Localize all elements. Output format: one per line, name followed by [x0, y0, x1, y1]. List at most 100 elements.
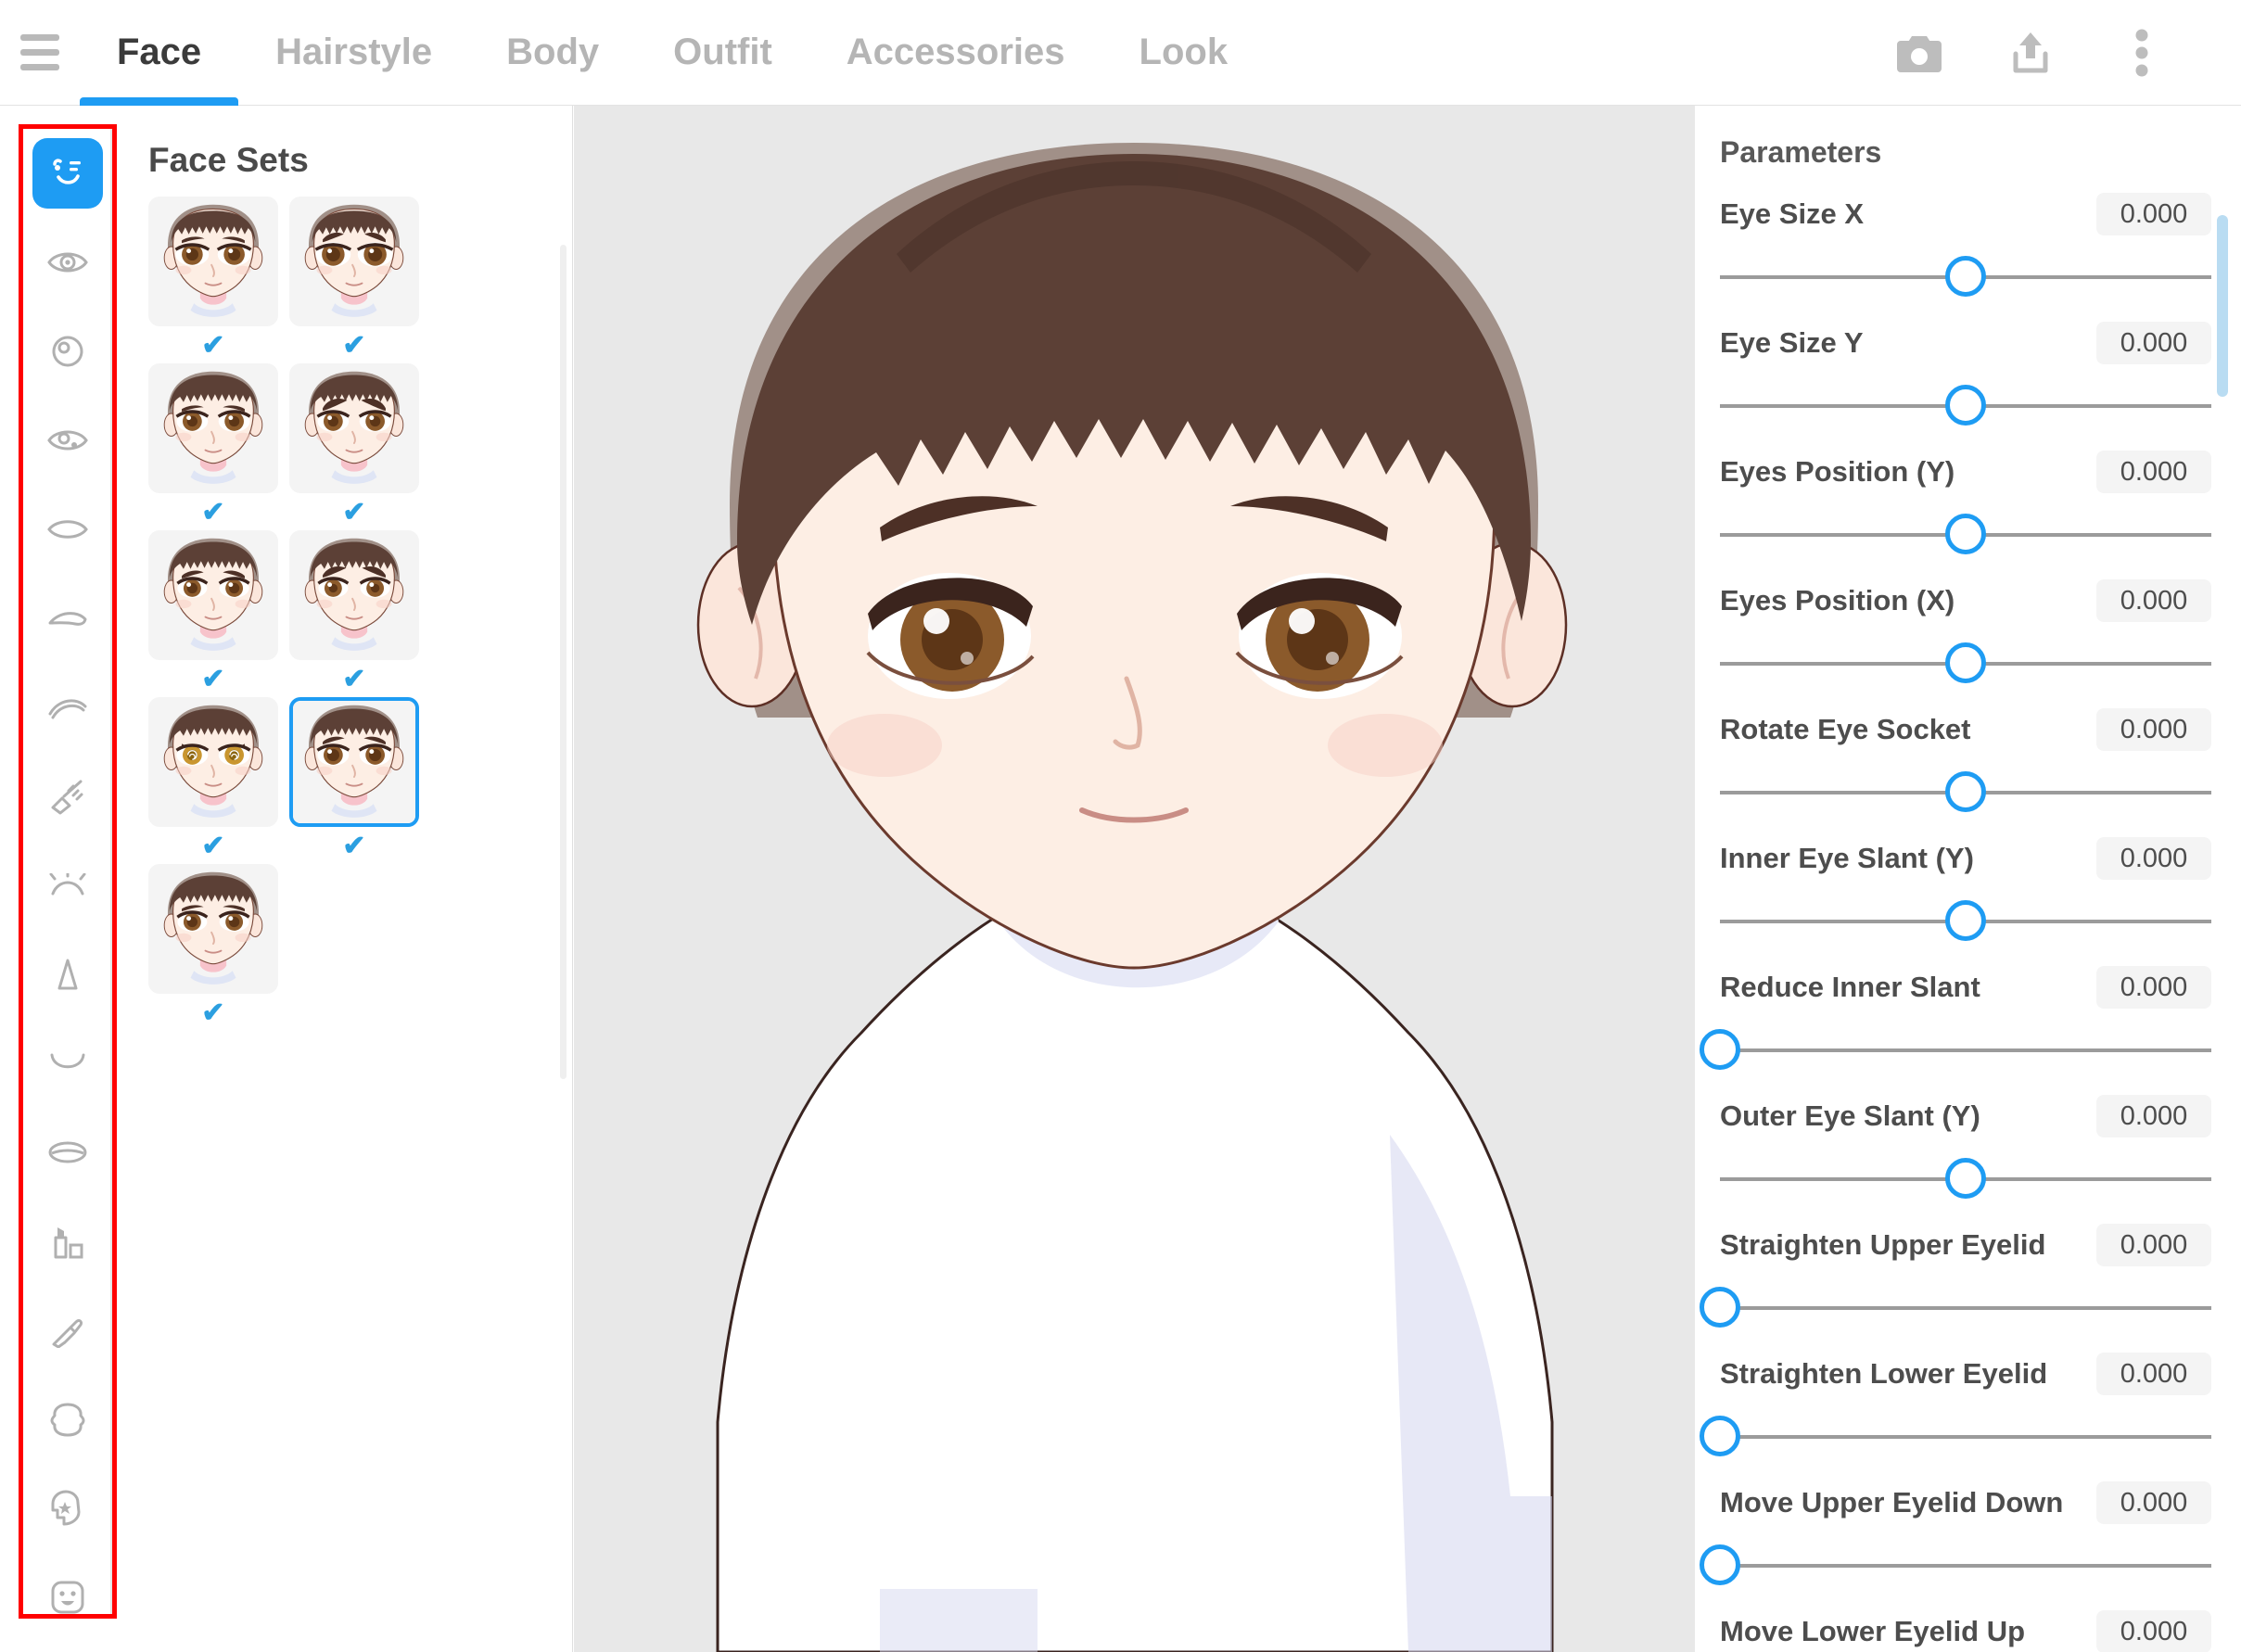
parameter-value[interactable]: 0.000: [2096, 1224, 2211, 1266]
sidebar-item-makeup[interactable]: [23, 1197, 112, 1286]
face-icon: [32, 138, 103, 209]
sidebar-item-eyebrow[interactable]: [23, 663, 112, 752]
tab-hairstyle[interactable]: Hairstyle: [238, 0, 469, 106]
sidebar-item-avatar[interactable]: [23, 1553, 112, 1614]
eyelid-icon: [47, 608, 88, 629]
slider-knob[interactable]: [1945, 771, 1986, 812]
slider-knob[interactable]: [1945, 514, 1986, 554]
parameter-row: Reduce Inner Slant 0.000: [1696, 961, 2241, 1090]
sidebar-item-mouth[interactable]: [23, 1019, 112, 1108]
parameter-slider[interactable]: [1720, 896, 2211, 946]
parameter-slider[interactable]: [1720, 1540, 2211, 1590]
parameter-value[interactable]: 0.000: [2096, 193, 2211, 235]
parameter-value[interactable]: 0.000: [2096, 966, 2211, 1009]
header-actions: [1894, 28, 2241, 78]
parameter-value[interactable]: 0.000: [2096, 579, 2211, 622]
parameter-slider[interactable]: [1720, 1024, 2211, 1074]
sidebar-item-eye-highlight[interactable]: [23, 396, 112, 485]
face-set-thumbnail[interactable]: [148, 697, 278, 827]
face-set-check-icon: ✔: [148, 326, 278, 363]
more-vertical-icon[interactable]: [2117, 28, 2167, 78]
tab-face[interactable]: Face: [80, 0, 238, 106]
face-set-thumbnail[interactable]: [289, 530, 419, 660]
parameter-slider[interactable]: [1720, 1411, 2211, 1461]
sidebar-item-eyeline[interactable]: [23, 841, 112, 930]
parameter-value[interactable]: 0.000: [2096, 322, 2211, 364]
eyelash-icon: [49, 778, 86, 815]
share-icon[interactable]: [2005, 28, 2056, 78]
parameter-value[interactable]: 0.000: [2096, 1481, 2211, 1524]
face-set-cell: ✔: [289, 363, 419, 530]
parameter-label: Reduce Inner Slant: [1720, 971, 1980, 1004]
sidebar-item-eyes[interactable]: [23, 218, 112, 307]
slider-knob[interactable]: [1945, 900, 1986, 941]
avatar-icon: [50, 1580, 85, 1614]
parameter-header: Inner Eye Slant (Y) 0.000: [1696, 832, 2241, 884]
slider-knob[interactable]: [1700, 1029, 1740, 1070]
sidebar-item-head[interactable]: [23, 1464, 112, 1553]
face-set-thumbnail[interactable]: [148, 363, 278, 493]
tab-outfit[interactable]: Outfit: [636, 0, 809, 106]
face-sets-panel: Face Sets ✔: [122, 106, 573, 1652]
parameter-slider[interactable]: [1720, 1282, 2211, 1332]
makeup-icon: [50, 1223, 85, 1260]
parameter-value[interactable]: 0.000: [2096, 1610, 2211, 1652]
eyebrow-icon: [47, 695, 88, 719]
parameter-value[interactable]: 0.000: [2096, 451, 2211, 493]
parameter-slider[interactable]: [1720, 380, 2211, 430]
slider-knob[interactable]: [1945, 385, 1986, 426]
parameter-label: Outer Eye Slant (Y): [1720, 1099, 1980, 1133]
parameter-value[interactable]: 0.000: [2096, 1353, 2211, 1395]
face-sets-scrollbar[interactable]: [560, 245, 567, 1079]
face-set-thumbnail[interactable]: [289, 697, 419, 827]
face-set-thumbnail[interactable]: [289, 197, 419, 326]
sidebar-item-lip-brush[interactable]: [23, 1286, 112, 1375]
slider-track: [1720, 1306, 2211, 1310]
face-set-thumbnail[interactable]: [148, 864, 278, 994]
slider-knob[interactable]: [1945, 1158, 1986, 1199]
parameter-value[interactable]: 0.000: [2096, 837, 2211, 880]
parameter-slider[interactable]: [1720, 767, 2211, 817]
tab-body[interactable]: Body: [469, 0, 636, 106]
parameter-label: Eyes Position (X): [1720, 584, 1955, 617]
sidebar-item-iris[interactable]: [23, 307, 112, 396]
parameter-slider[interactable]: [1720, 251, 2211, 301]
face-set-cell: ✔: [289, 197, 419, 363]
parameters-scrollbar[interactable]: [2217, 215, 2228, 397]
camera-icon[interactable]: [1894, 28, 1944, 78]
parameters-title: Parameters: [1720, 135, 2241, 170]
sidebar-item-eye-white[interactable]: [23, 485, 112, 574]
iris-icon: [52, 336, 83, 367]
parameter-slider[interactable]: [1720, 1153, 2211, 1203]
sidebar-item-eyelash[interactable]: [23, 752, 112, 841]
tab-accessories[interactable]: Accessories: [809, 0, 1102, 106]
character-render: [574, 106, 1695, 1652]
nose-icon: [56, 958, 80, 991]
sidebar-item-face[interactable]: [23, 129, 112, 218]
slider-knob[interactable]: [1700, 1287, 1740, 1328]
slider-knob[interactable]: [1945, 256, 1986, 297]
sidebar-item-face-shape[interactable]: [23, 1375, 112, 1464]
tool-sidebar: [23, 129, 112, 1614]
face-sets-title: Face Sets: [148, 141, 572, 180]
sidebar-item-eyelid[interactable]: [23, 574, 112, 663]
parameter-label: Inner Eye Slant (Y): [1720, 842, 1974, 875]
parameter-slider[interactable]: [1720, 509, 2211, 559]
parameter-value[interactable]: 0.000: [2096, 1095, 2211, 1137]
slider-knob[interactable]: [1700, 1416, 1740, 1456]
slider-knob[interactable]: [1945, 642, 1986, 683]
parameter-slider[interactable]: [1720, 638, 2211, 688]
parameter-header: Move Upper Eyelid Down0.000: [1696, 1477, 2241, 1529]
face-set-thumbnail[interactable]: [289, 363, 419, 493]
character-creator-app: FaceHairstyleBodyOutfitAccessoriesLook: [0, 0, 2241, 1652]
character-viewport[interactable]: [574, 106, 1695, 1652]
sidebar-item-nose[interactable]: [23, 930, 112, 1019]
face-set-thumbnail[interactable]: [148, 530, 278, 660]
sidebar-item-lips[interactable]: [23, 1108, 112, 1197]
parameter-row: Inner Eye Slant (Y) 0.000: [1696, 832, 2241, 961]
tab-look[interactable]: Look: [1102, 0, 1266, 106]
hamburger-menu-icon[interactable]: [0, 0, 80, 106]
parameter-value[interactable]: 0.000: [2096, 708, 2211, 751]
face-set-thumbnail[interactable]: [148, 197, 278, 326]
slider-knob[interactable]: [1700, 1544, 1740, 1585]
